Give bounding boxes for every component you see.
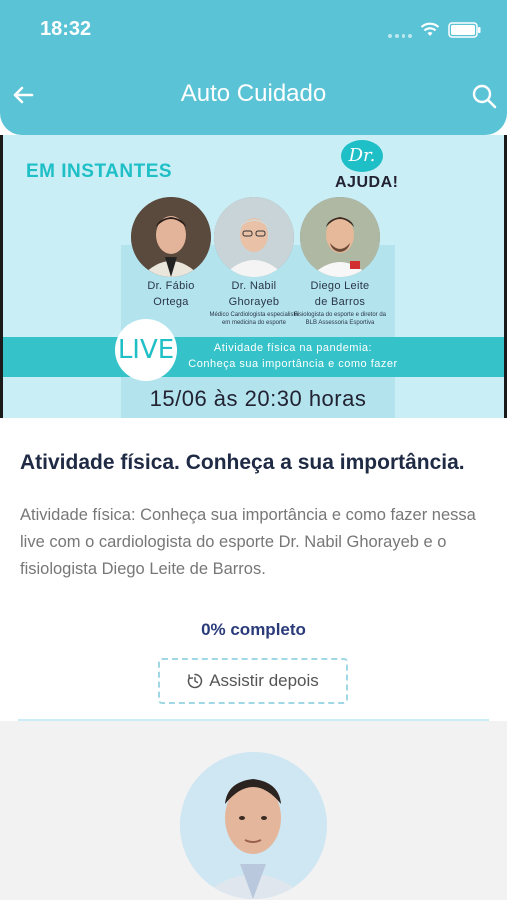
doctor-name-line2: Ghorayeb [228, 296, 280, 308]
doctor-name-line2: Ortega [153, 296, 189, 308]
live-banner-image[interactable]: EM INSTANTES Dr. AJUDA! Dr. Fábio Ortega [0, 135, 507, 418]
doctor-card: Dr. Fábio Ortega [126, 197, 216, 309]
doctor-name-line1: Dr. Nabil [231, 280, 277, 292]
doctor-photo [300, 197, 380, 277]
watch-later-label: Assistir depois [209, 671, 319, 690]
doctor-role: Médico Cardiologista especialista em med… [209, 312, 299, 326]
progress-status: 0% completo [201, 620, 306, 639]
doctor-role: Fisiologista do esporte e diretor da BLB… [293, 312, 387, 326]
timer-icon [187, 673, 203, 689]
doctor-name-line1: Diego Leite [310, 280, 370, 292]
strip-line2: Conheça sua importância e como fazer [188, 358, 398, 370]
author-section [0, 721, 507, 900]
signal-icon [388, 34, 412, 38]
strip-line1: Atividade física na pandemia: [213, 342, 373, 354]
live-strip: Atividade física na pandemia: Conheça su… [3, 337, 504, 377]
content-description: Atividade física: Conheça sua importânci… [20, 506, 476, 578]
doctor-card: Diego Leite de Barros Fisiologista do es… [292, 197, 388, 327]
doctor-photo [214, 197, 294, 277]
battery-icon [448, 22, 481, 38]
search-icon[interactable] [470, 82, 498, 110]
doctor-name-line2: de Barros [314, 296, 366, 308]
banner-datetime: 15/06 às 20:30 horas [149, 386, 367, 411]
doctor-photo [131, 197, 211, 277]
content-title: Atividade física. Conheça a sua importân… [20, 451, 465, 474]
page-title: Auto Cuidado [180, 80, 327, 107]
wifi-icon [420, 22, 440, 36]
status-time: 18:32 [40, 18, 92, 40]
doctor-name-line1: Dr. Fábio [147, 280, 195, 292]
dr-ajuda-logo: Dr. AJUDA! [333, 140, 405, 200]
watch-later-button[interactable]: Assistir depois [158, 658, 348, 704]
live-badge: LIVE [115, 319, 177, 381]
banner-tag: EM INSTANTES [26, 161, 173, 182]
doctor-card: Dr. Nabil Ghorayeb Médico Cardiologista … [209, 197, 299, 327]
author-avatar [180, 752, 327, 899]
app-header: 18:32 Auto Cuidado [0, 0, 507, 135]
